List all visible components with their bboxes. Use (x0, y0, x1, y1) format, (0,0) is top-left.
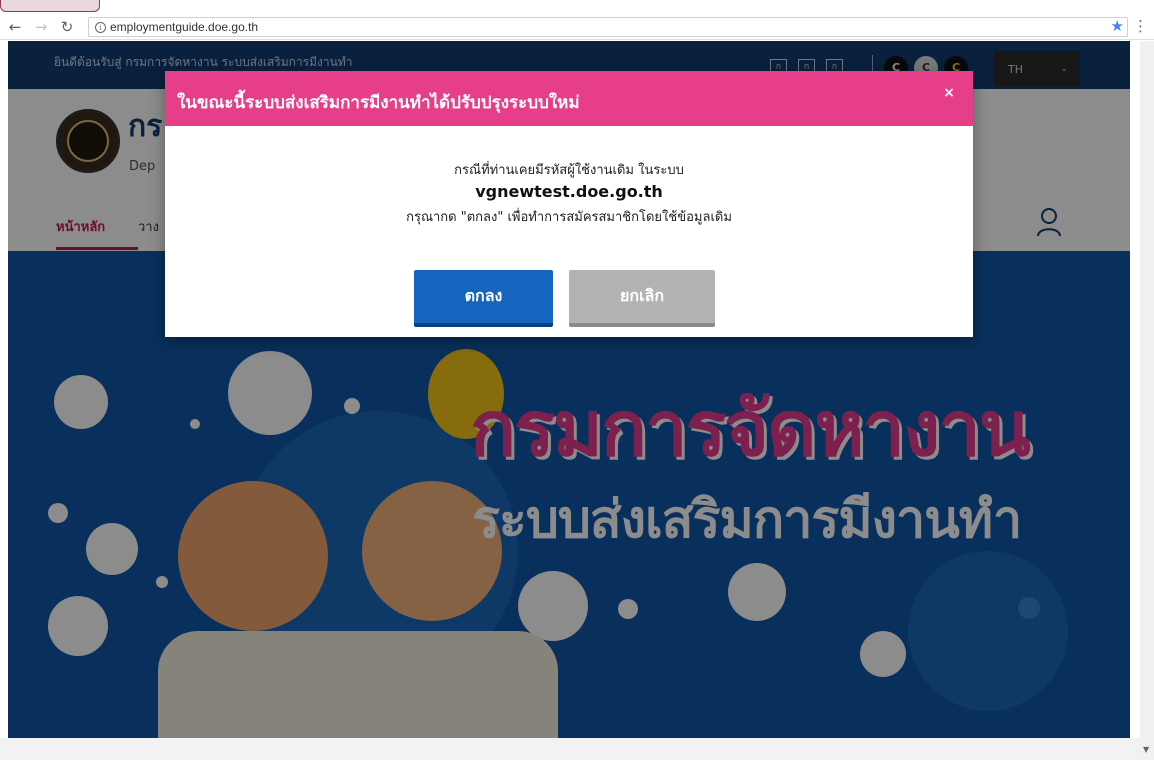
address-bar[interactable]: i employmentguide.doe.go.th (88, 17, 1128, 37)
modal-message-line1: กรณีที่ท่านเคยมีรหัสผู้ใช้งานเดิม ในระบบ (454, 163, 684, 178)
reload-icon[interactable]: ↻ (56, 16, 78, 38)
scrollbar[interactable] (1140, 41, 1154, 760)
cancel-button[interactable]: ยกเลิก (569, 270, 715, 327)
close-icon[interactable]: × (939, 85, 959, 101)
browser-tabstrip (0, 0, 1154, 14)
browser-tab[interactable] (0, 0, 100, 12)
page-bottom (0, 738, 1140, 760)
announcement-modal: ในขณะนี้ระบบส่งเสริมการมีงานทำได้ปรับปรุ… (165, 71, 973, 337)
bookmark-star-icon[interactable]: ★ (1111, 17, 1124, 35)
modal-message-line3: กรุณากด "ตกลง" เพื่อทำการสมัครสมาชิกโดยใ… (406, 210, 732, 225)
ok-button[interactable]: ตกลง (414, 270, 553, 327)
back-icon[interactable]: ← (4, 16, 26, 38)
modal-title: ในขณะนี้ระบบส่งเสริมการมีงานทำได้ปรับปรุ… (177, 93, 580, 113)
forward-icon[interactable]: → (30, 16, 52, 38)
modal-header: ในขณะนี้ระบบส่งเสริมการมีงานทำได้ปรับปรุ… (165, 71, 973, 126)
browser-menu-icon[interactable]: ⋮ (1133, 17, 1148, 35)
modal-message-domain: vgnewtest.doe.go.th (475, 182, 663, 201)
info-icon[interactable]: i (95, 21, 106, 33)
url-text: employmentguide.doe.go.th (110, 20, 259, 34)
browser-toolbar: ← → ↻ i employmentguide.doe.go.th ★ ⋮ (0, 14, 1154, 40)
scroll-down-icon[interactable]: ▼ (1143, 745, 1149, 754)
